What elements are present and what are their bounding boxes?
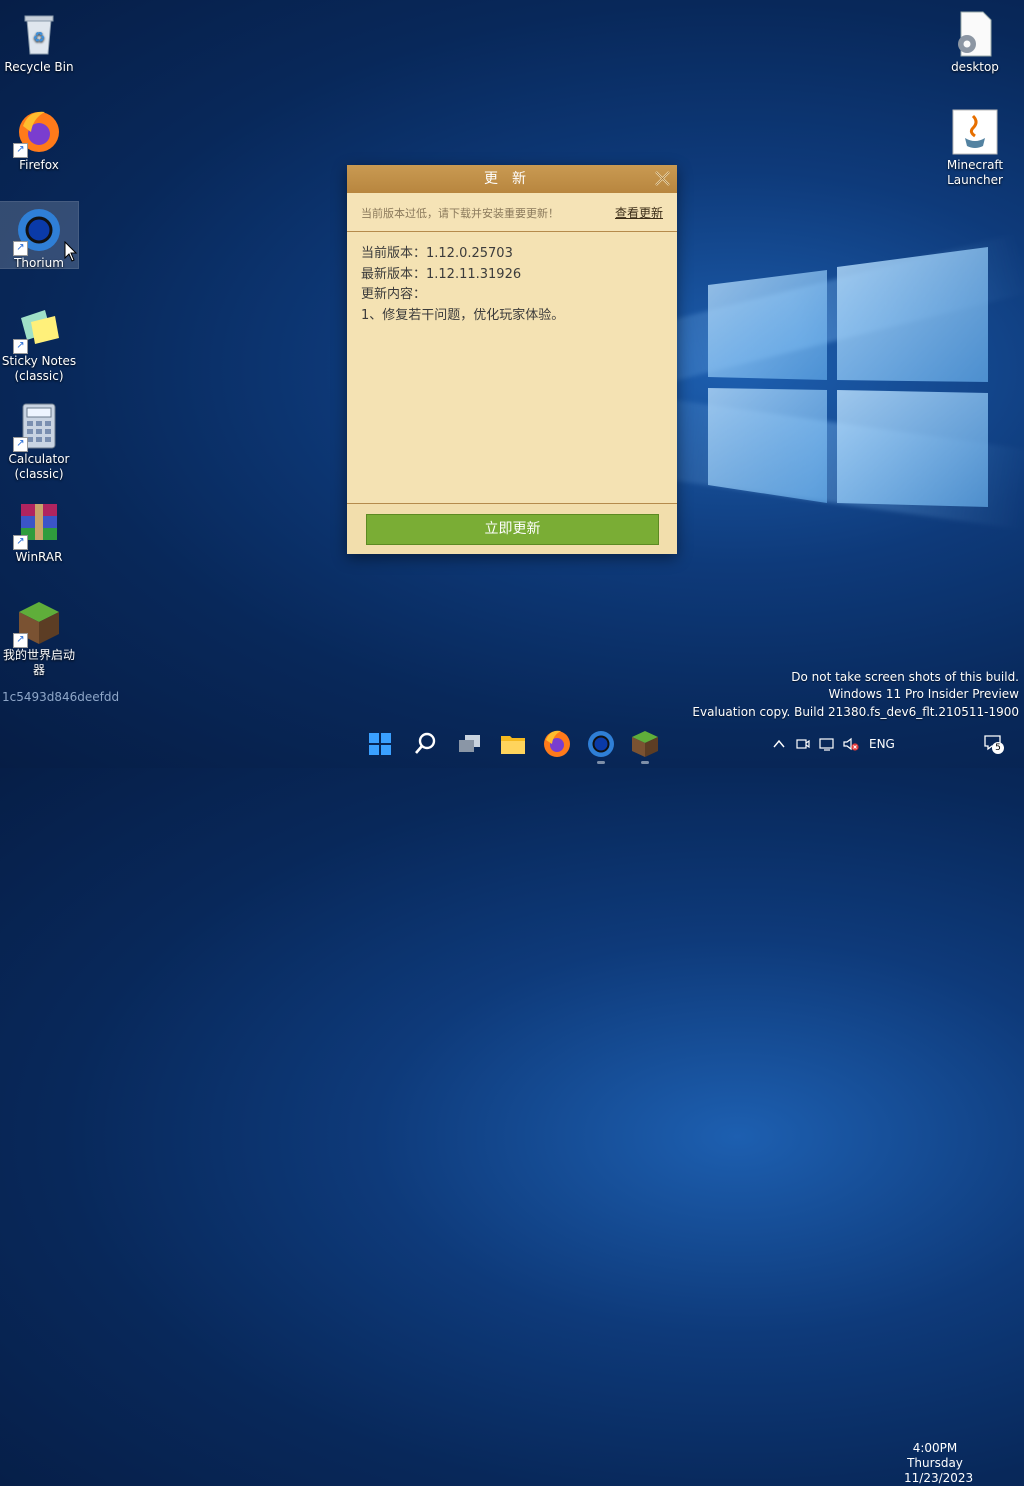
desktop-icon-label: Sticky Notes (classic) [1,354,77,383]
language-indicator[interactable]: ENG [869,737,895,751]
file-explorer-button[interactable] [497,728,529,760]
desktop-icon-label: Minecraft Launcher [946,158,1004,187]
taskbar-firefox[interactable] [541,728,573,760]
chevron-up-icon[interactable] [772,737,786,751]
firefox-icon [544,730,570,757]
desktop-icon-firefox[interactable]: ↗ Firefox [0,104,78,173]
notification-center-button[interactable]: 5 [983,734,1005,754]
update-now-button[interactable]: 立即更新 [366,514,659,545]
calculator-icon: ↗ [13,402,63,452]
desktop-icon-calculator[interactable]: ↗ Calculator (classic) [0,398,78,482]
dialog-title: 更新 [484,171,540,187]
desktop-icon-recycle-bin[interactable]: ♻ Recycle Bin [0,6,78,75]
clock-day: Thursday [907,1456,963,1470]
clock-time: 4:00PM [912,1441,958,1455]
file-explorer-icon [501,736,525,754]
winrar-icon: ↗ [13,500,63,550]
minecraft-icon [632,731,658,757]
start-button[interactable] [364,728,396,760]
taskbar: ENG 4:00PM Thursday 11/23/2023 5 [0,720,1024,1485]
view-update-link[interactable]: 查看更新 [615,204,663,221]
desktop-icon-sticky-notes[interactable]: ↗ Sticky Notes (classic) [0,300,78,384]
search-button[interactable] [409,728,441,760]
volume-muted-icon[interactable] [842,736,860,752]
network-icon[interactable] [818,736,836,752]
mouse-cursor-icon [64,241,78,262]
desktop-icon-desktop-file[interactable]: desktop [936,6,1014,75]
desktop-icon-label: WinRAR [15,550,63,564]
taskbar-thorium[interactable] [585,728,617,764]
content-label: 更新内容： [361,287,427,302]
latest-version: 最新版本：1.12.11.31926 [361,266,522,282]
thorium-icon [588,731,614,757]
update-notice-text: 当前版本过低，请下载并安装重要更新！ [361,207,559,220]
dialog-titlebar: 更新 [347,165,677,193]
search-icon [415,732,436,754]
desktop-icon-label: desktop [951,60,999,74]
build-hash-label: 1c5493d846deefdd [2,690,120,704]
task-view-icon [459,735,480,752]
desktop-icon-label: Recycle Bin [4,60,74,74]
thorium-icon: ↗ [13,206,63,256]
meet-now-icon[interactable] [795,736,811,752]
current-version: 当前版本：1.12.0.25703 [361,246,513,261]
content-item: 1、修复若干问题，优化玩家体验。 [361,307,565,323]
desktop-icon-minecraft-launcher-cn[interactable]: ↗ 我的世界启动器 [0,594,78,678]
recycle-bin-icon: ♻ [15,10,63,58]
update-dialog: 更新 当前版本过低，请下载并安装重要更新！ 查看更新 当前版本：1.12.0.2… [347,165,677,554]
running-indicator [597,761,605,764]
clock-date: 11/23/2023 [904,1471,974,1485]
start-icon [369,733,391,755]
task-view-button[interactable] [454,728,486,760]
java-icon [951,108,999,156]
svg-text:♻: ♻ [33,30,46,46]
desktop-icon-winrar[interactable]: ↗ WinRAR [0,496,78,565]
firefox-icon: ↗ [13,108,63,158]
update-details: 当前版本：1.12.0.25703 最新版本：1.12.11.31926 更新内… [347,232,677,504]
watermark-line-3: Evaluation copy. Build 21380.fs_dev6_flt… [692,705,1019,719]
taskbar-minecraft[interactable] [629,728,661,764]
minecraft-launcher-icon: ↗ [13,598,63,648]
watermark-line-1: Do not take screen shots of this build. [791,670,1019,684]
close-icon[interactable] [654,170,671,187]
dialog-footer: 立即更新 [347,504,677,554]
desktop-icon-label: 我的世界启动器 [2,648,75,677]
desktop-icon-label: Calculator (classic) [8,452,70,481]
clock[interactable]: 4:00PM Thursday 11/23/2023 [904,1441,974,1486]
windows-logo-wallpaper [708,247,988,507]
notification-count-badge: 5 [992,742,1004,754]
sticky-notes-icon: ↗ [13,304,63,354]
update-notice-bar: 当前版本过低，请下载并安装重要更新！ 查看更新 [347,193,677,232]
watermark-line-2: Windows 11 Pro Insider Preview [828,687,1019,701]
settings-file-icon [951,10,999,58]
desktop-icon-minecraft-launcher[interactable]: Minecraft Launcher [936,104,1014,188]
desktop-icon-label: Firefox [19,158,59,172]
running-indicator [641,761,649,764]
